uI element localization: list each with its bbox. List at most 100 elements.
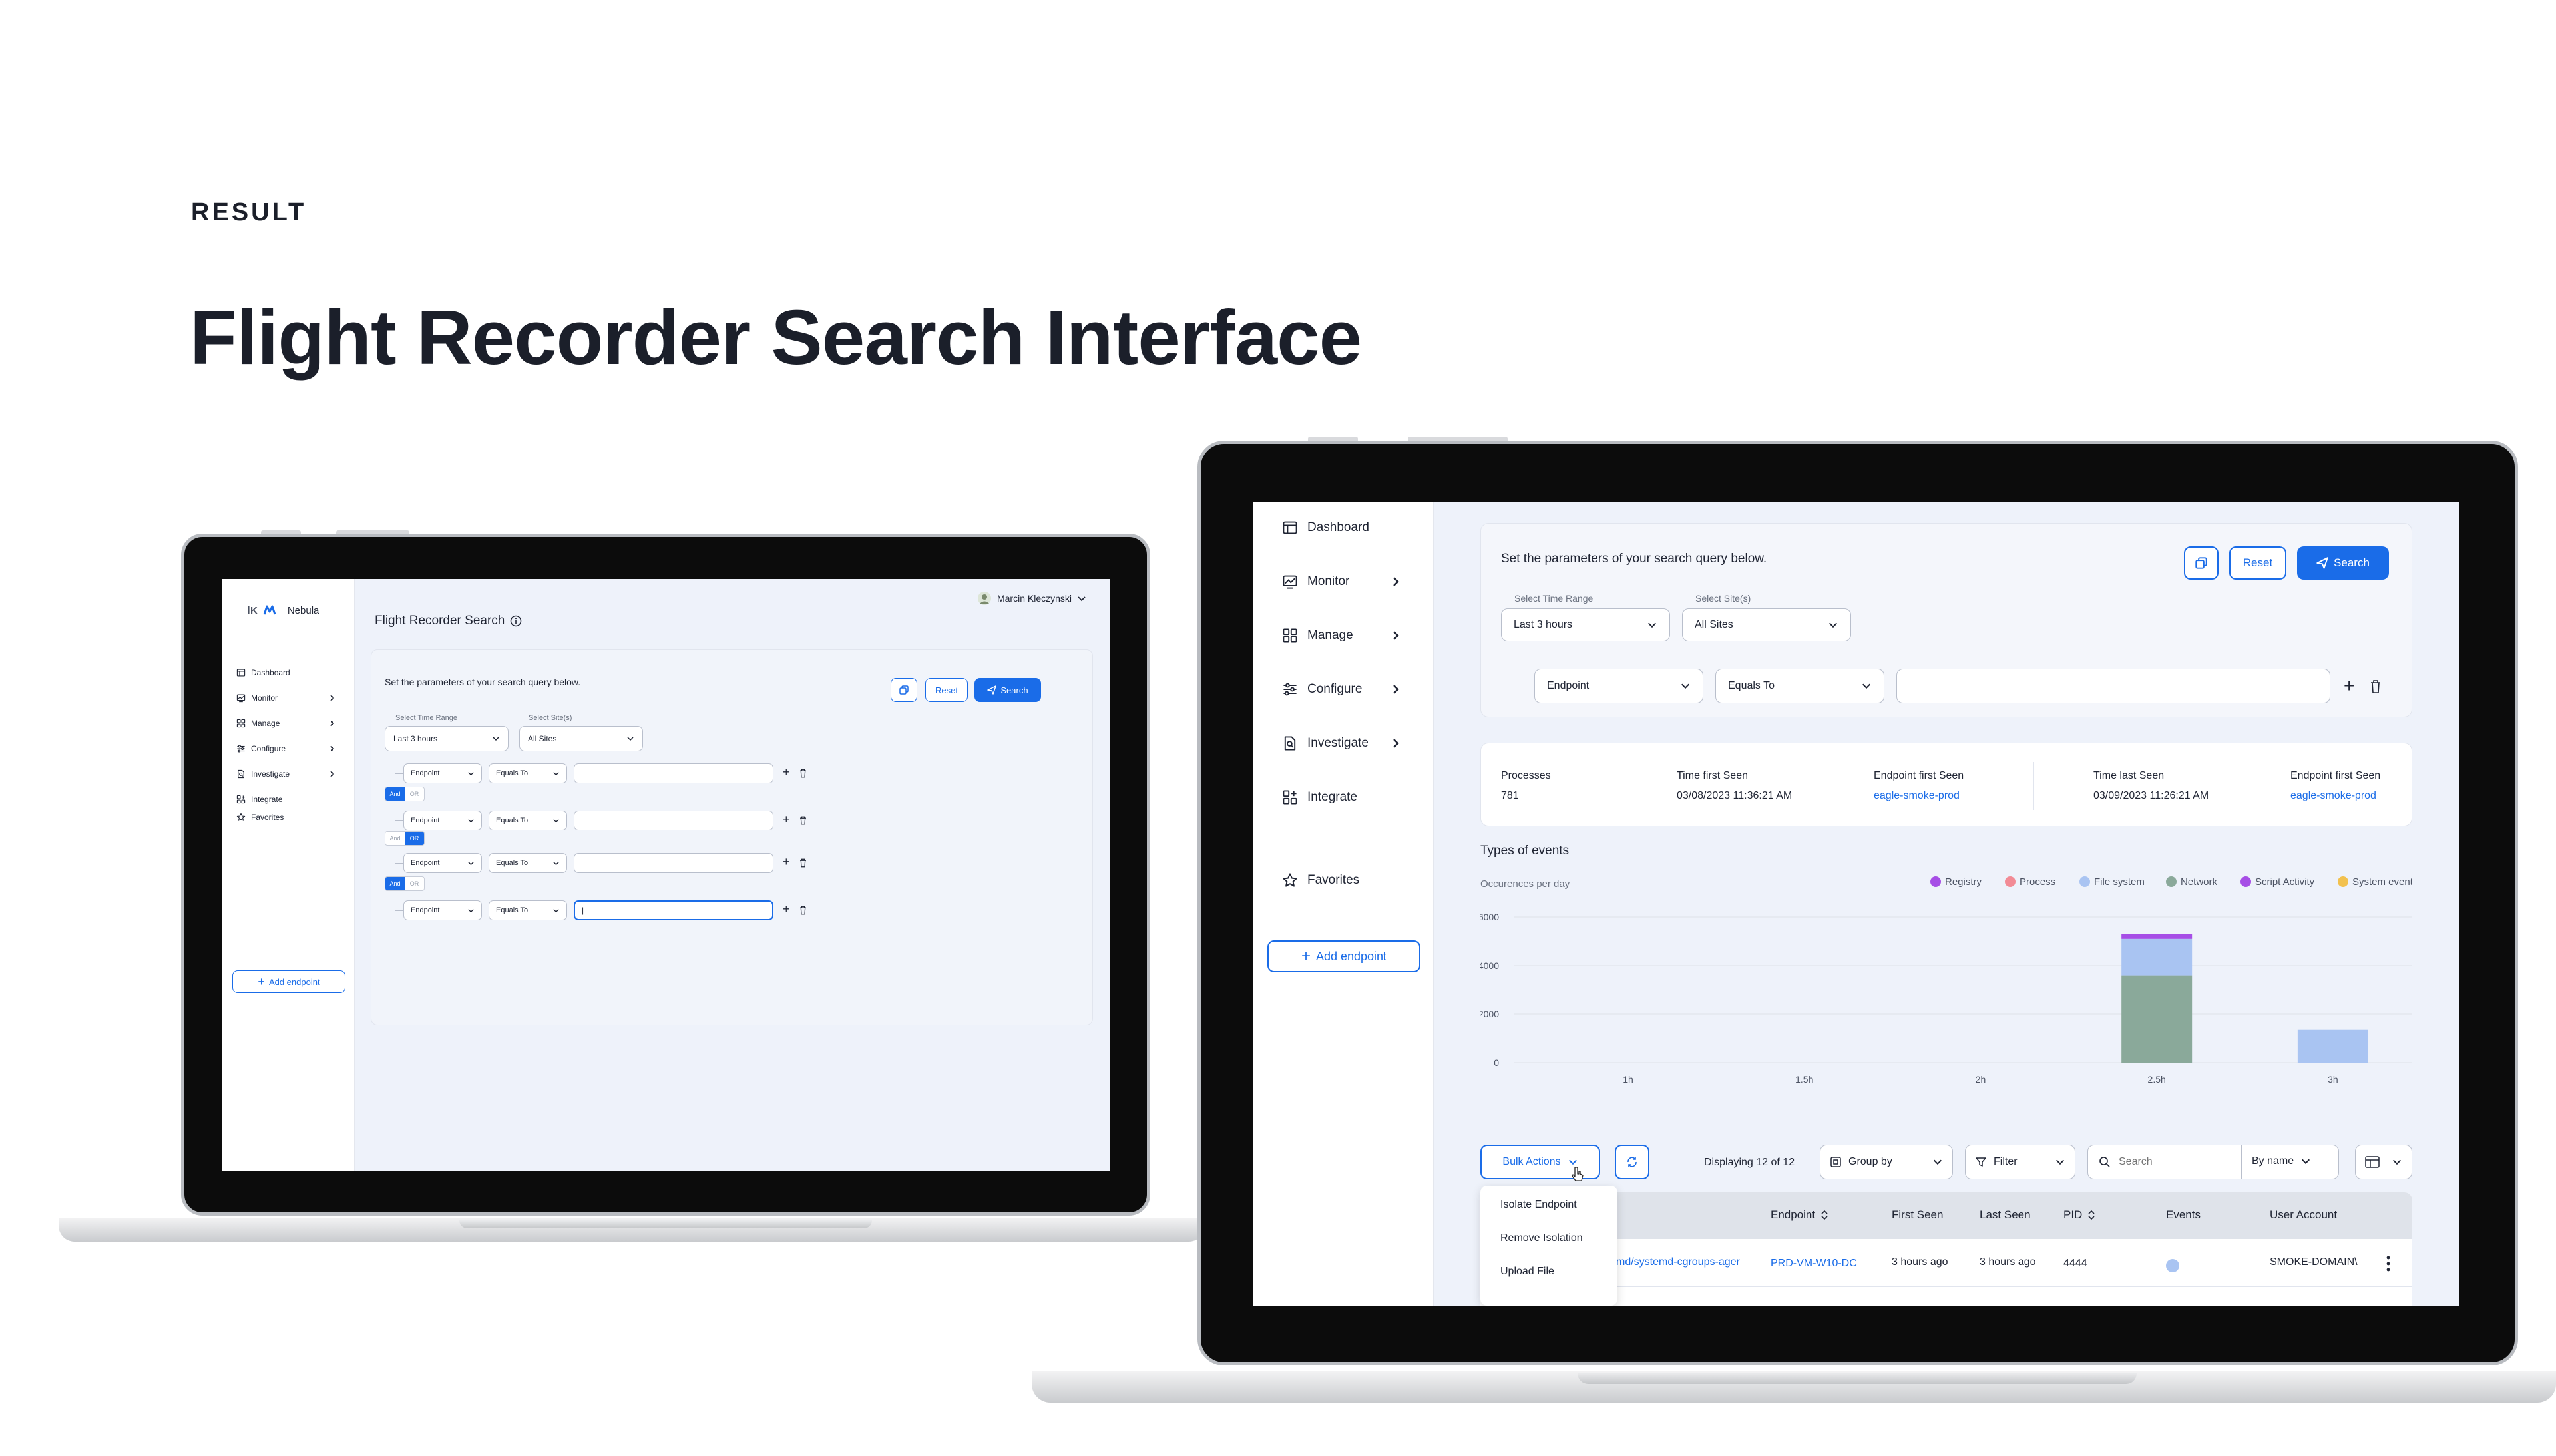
group-by-select[interactable]: Group by [1820, 1145, 1953, 1179]
and-option[interactable]: And [385, 832, 405, 845]
trash-icon[interactable] [799, 858, 807, 868]
refresh-button[interactable] [1615, 1145, 1649, 1179]
endpoint-first-seen-link[interactable]: eagle-smoke-prod [2290, 790, 2376, 802]
and-or-toggle[interactable]: And OR [385, 787, 425, 801]
add-endpoint-label: Add endpoint [268, 976, 320, 987]
page-title-wrap: Flight Recorder Search [375, 614, 522, 628]
field-select[interactable]: Endpoint [403, 811, 482, 830]
and-option[interactable]: And [385, 877, 405, 890]
user-menu[interactable]: Marcin Kleczynski [977, 591, 1086, 606]
sidebar-item-investigate[interactable]: Investigate [236, 767, 336, 781]
table-row[interactable]: md/systemd-cgroups-ager PRD-VM-W10-DC 3 … [1480, 1239, 2412, 1287]
x-tick-label: 3h [2328, 1074, 2338, 1085]
column-header[interactable]: PID [2063, 1208, 2095, 1222]
add-condition-icon[interactable]: + [783, 813, 790, 826]
copy-button[interactable] [2184, 546, 2219, 580]
value-input[interactable]: | [574, 900, 773, 920]
search-button[interactable]: Search [2297, 546, 2389, 580]
sidebar-item-integrate[interactable]: Integrate [1282, 786, 1402, 809]
field-select[interactable]: Endpoint [403, 900, 482, 920]
sidebar-item-dashboard[interactable]: Dashboard [1282, 516, 1402, 539]
add-condition-icon[interactable]: + [783, 855, 790, 869]
value-input[interactable] [574, 853, 773, 873]
divider [2033, 762, 2034, 810]
sidebar-item-configure[interactable]: Configure [236, 741, 336, 756]
trash-icon[interactable] [2369, 679, 2382, 694]
tree-connector [395, 773, 403, 774]
column-header: First Seen [1892, 1208, 1943, 1222]
operator-select[interactable]: Equals To [489, 900, 567, 920]
sidebar-item-label: Investigate [1307, 736, 1369, 750]
chevron-right-icon [330, 745, 335, 752]
info-icon[interactable] [510, 615, 522, 627]
add-condition-icon[interactable]: + [783, 902, 790, 916]
sidebar-item-manage[interactable]: Manage [236, 716, 336, 731]
sidebar-item-integrate[interactable]: Integrate [236, 792, 336, 807]
value-input[interactable] [574, 763, 773, 783]
search-button[interactable]: Search [974, 678, 1041, 702]
reset-button[interactable]: Reset [925, 678, 968, 702]
endpoint-first-seen-link[interactable]: eagle-smoke-prod [1874, 790, 1960, 802]
value-input[interactable] [1896, 669, 2330, 703]
filter-select[interactable]: Filter [1965, 1145, 2075, 1179]
sidebar-item-dashboard[interactable]: Dashboard [236, 665, 336, 680]
sidebar-item-monitor[interactable]: Monitor [1282, 570, 1402, 593]
sidebar-item-favorites[interactable]: Favorites [1282, 869, 1402, 892]
site-select[interactable]: All Sites [1682, 608, 1851, 641]
or-option[interactable]: OR [405, 787, 424, 801]
trash-icon[interactable] [799, 769, 807, 778]
operator-value: Equals To [496, 817, 529, 824]
eyebrow-label: RESULT [191, 198, 307, 226]
endpoint-link[interactable]: PRD-VM-W10-DC [1771, 1258, 1857, 1270]
endpoint-first-seen-label: Endpoint first Seen [2290, 770, 2381, 781]
operator-value: Equals To [496, 859, 529, 867]
bulk-menu-item[interactable]: Isolate Endpoint [1500, 1199, 1577, 1211]
add-condition-icon[interactable]: + [783, 765, 790, 779]
field-select[interactable]: Endpoint [403, 853, 482, 873]
time-range-select[interactable]: Last 3 hours [385, 726, 509, 751]
sidebar-item-manage[interactable]: Manage [1282, 624, 1402, 647]
sidebar-item-investigate[interactable]: Investigate [1282, 732, 1402, 755]
copy-button[interactable] [891, 678, 917, 702]
events-title: Types of events [1480, 844, 1570, 858]
and-or-toggle[interactable]: And OR [385, 876, 425, 891]
and-or-toggle[interactable]: And OR [385, 831, 425, 846]
reset-button[interactable]: Reset [2229, 546, 2286, 580]
search-input[interactable] [2119, 1156, 2225, 1168]
trash-icon[interactable] [799, 816, 807, 825]
field-select[interactable]: Endpoint [403, 763, 482, 783]
add-endpoint-button[interactable]: + Add endpoint [232, 970, 345, 993]
column-header-label: Endpoint [1771, 1208, 1816, 1221]
time-range-select[interactable]: Last 3 hours [1501, 608, 1670, 641]
column-header: User Account [2270, 1208, 2337, 1222]
chevron-down-icon [493, 737, 499, 741]
filter-label: Filter [1994, 1156, 2018, 1167]
pid-cell: 4444 [2063, 1258, 2087, 1269]
sidebar-item-label: Favorites [1307, 873, 1360, 887]
field-select[interactable]: Endpoint [1534, 669, 1703, 703]
add-condition-icon[interactable]: + [2344, 675, 2354, 697]
columns-select[interactable] [2355, 1145, 2412, 1179]
operator-select[interactable]: Equals To [489, 811, 567, 830]
add-endpoint-button[interactable]: + Add endpoint [1267, 940, 1420, 972]
sort-select[interactable]: By name [2252, 1155, 2311, 1167]
more-options-icon[interactable] [2386, 1255, 2391, 1272]
sidebar-item-favorites[interactable]: Favorites [236, 810, 336, 824]
column-header[interactable]: Endpoint [1771, 1208, 1828, 1222]
bulk-menu-item[interactable]: Remove Isolation [1500, 1232, 1583, 1244]
plus-icon: + [258, 974, 265, 988]
headline: Flight Recorder Search Interface [190, 294, 1362, 381]
operator-select[interactable]: Equals To [489, 853, 567, 873]
sidebar-item-configure[interactable]: Configure [1282, 678, 1402, 701]
process-path-link[interactable]: md/systemd-cgroups-ager [1616, 1256, 1740, 1268]
or-option[interactable]: OR [405, 877, 424, 890]
trash-icon[interactable] [799, 906, 807, 915]
sidebar-item-monitor[interactable]: Monitor [236, 691, 336, 705]
or-option[interactable]: OR [405, 832, 424, 845]
value-input[interactable] [574, 811, 773, 830]
operator-select[interactable]: Equals To [489, 763, 567, 783]
bulk-menu-item[interactable]: Upload File [1500, 1266, 1554, 1278]
and-option[interactable]: And [385, 787, 405, 801]
operator-select[interactable]: Equals To [1715, 669, 1884, 703]
site-select[interactable]: All Sites [519, 726, 643, 751]
